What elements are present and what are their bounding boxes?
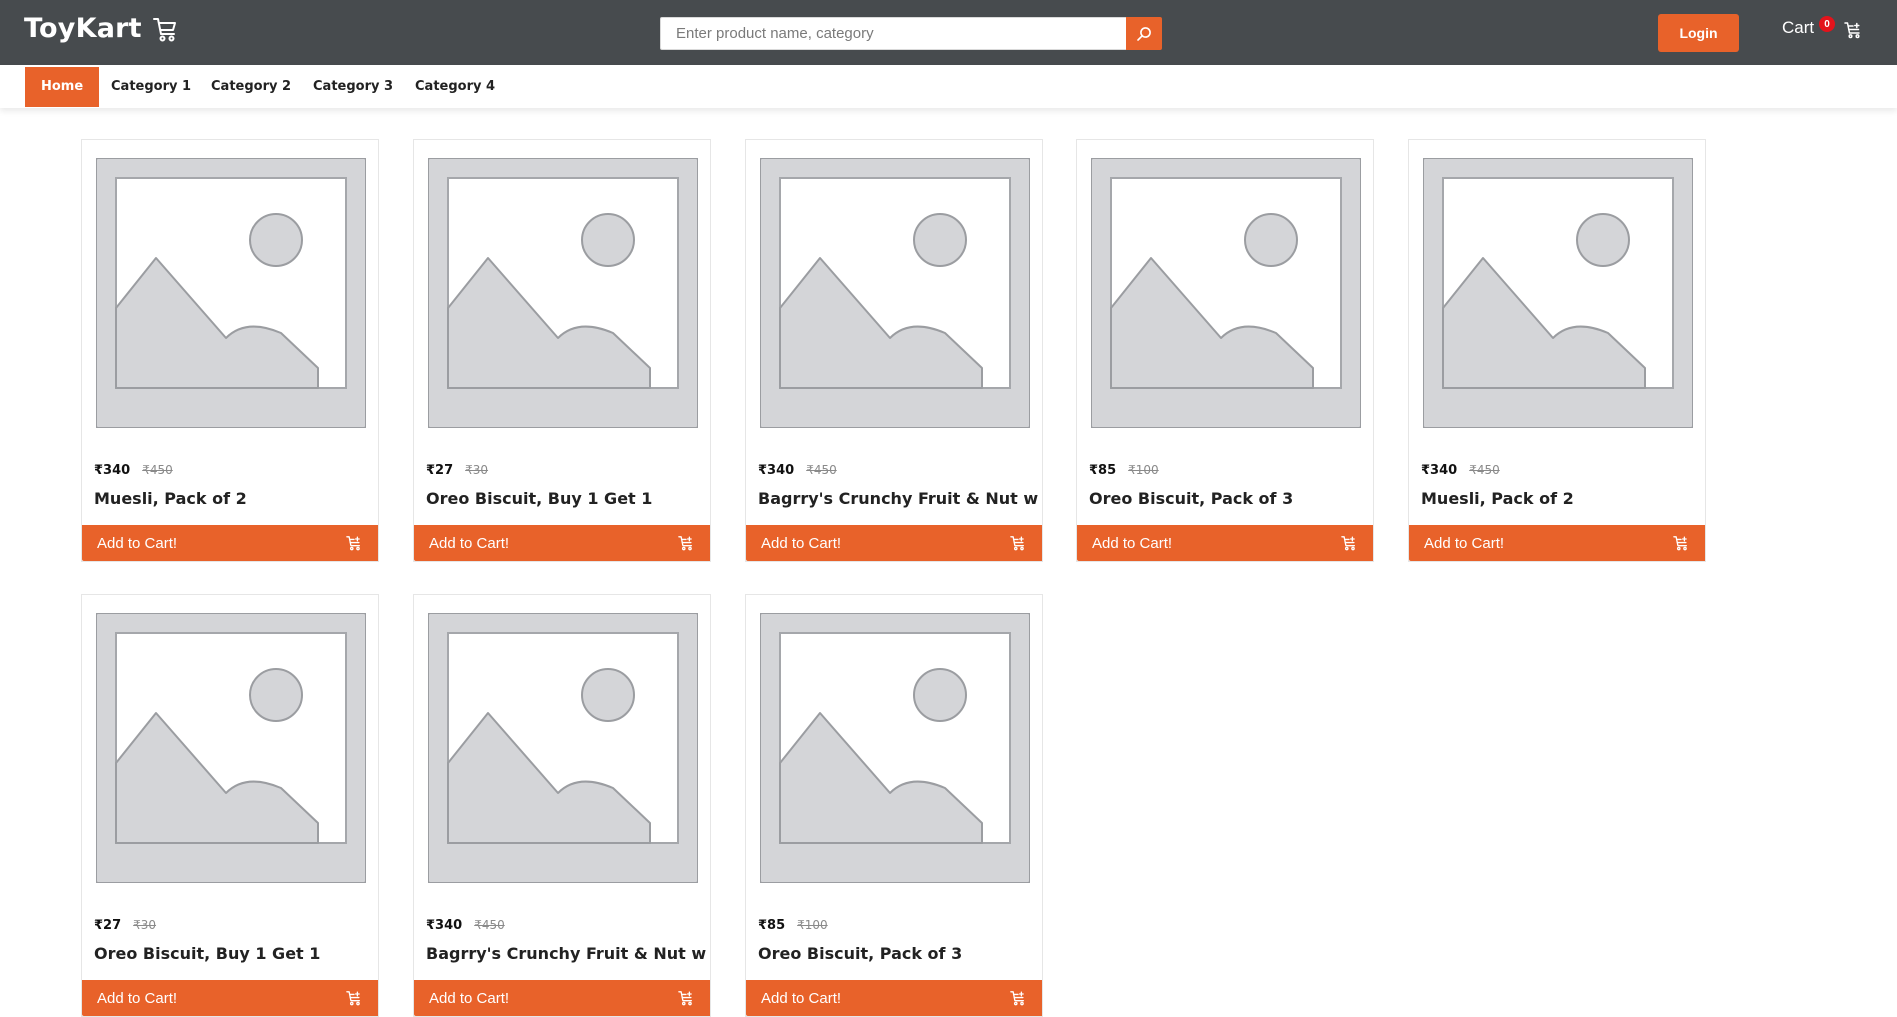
search-input[interactable] [660, 17, 1126, 50]
product-old-price: ₹450 [1469, 463, 1500, 477]
search-button[interactable] [1126, 17, 1162, 50]
add-to-cart-icon [1341, 536, 1355, 551]
product-old-price: ₹450 [806, 463, 837, 477]
product-card[interactable]: ₹27 ₹30 Oreo Biscuit, Buy 1 Get 1 Add to… [81, 594, 379, 1017]
add-to-cart-label: Add to Cart! [97, 534, 178, 552]
price-block: ₹340 ₹450 [426, 918, 505, 933]
product-price: ₹340 [758, 463, 795, 478]
add-to-cart-icon [1010, 991, 1024, 1006]
cart-count-badge: 0 [1819, 16, 1835, 32]
add-to-cart-button[interactable]: Add to Cart! [414, 525, 710, 561]
product-price: ₹340 [426, 918, 463, 933]
add-to-cart-icon [678, 536, 692, 551]
add-to-cart-icon [346, 536, 360, 551]
category-nav: Home Category 1 Category 2 Category 3 Ca… [0, 65, 1897, 108]
add-to-cart-button[interactable]: Add to Cart! [746, 980, 1042, 1016]
image-placeholder-icon [760, 158, 1030, 428]
image-placeholder-icon [96, 613, 366, 883]
search-bar [660, 17, 1162, 50]
tab-category-2[interactable]: Category 2 [195, 67, 307, 107]
product-old-price: ₹100 [1128, 463, 1159, 477]
add-to-cart-button[interactable]: Add to Cart! [82, 980, 378, 1016]
add-to-cart-label: Add to Cart! [97, 989, 178, 1007]
add-to-cart-button[interactable]: Add to Cart! [1077, 525, 1373, 561]
product-name[interactable]: Bagrry's Crunchy Fruit & Nut with Cranbe… [758, 489, 1038, 508]
product-card[interactable]: ₹340 ₹450 Muesli, Pack of 2 Add to Cart! [81, 139, 379, 562]
tab-category-4[interactable]: Category 4 [399, 67, 511, 107]
add-to-cart-label: Add to Cart! [761, 534, 842, 552]
product-old-price: ₹450 [142, 463, 173, 477]
add-to-cart-label: Add to Cart! [1424, 534, 1505, 552]
image-placeholder-icon [760, 613, 1030, 883]
product-name[interactable]: Bagrry's Crunchy Fruit & Nut with Cranbe… [426, 944, 706, 963]
product-card[interactable]: ₹85 ₹100 Oreo Biscuit, Pack of 3 Add to … [1076, 139, 1374, 562]
add-to-cart-button[interactable]: Add to Cart! [414, 980, 710, 1016]
price-block: ₹27 ₹30 [426, 463, 488, 478]
add-to-cart-label: Add to Cart! [429, 534, 510, 552]
price-block: ₹340 ₹450 [94, 463, 173, 478]
add-to-cart-label: Add to Cart! [429, 989, 510, 1007]
product-old-price: ₹100 [797, 918, 828, 932]
product-old-price: ₹30 [133, 918, 157, 932]
top-header: ToyKart Login Cart 0 [0, 0, 1897, 65]
product-card[interactable]: ₹85 ₹100 Oreo Biscuit, Pack of 3 Add to … [745, 594, 1043, 1017]
product-name[interactable]: Oreo Biscuit, Pack of 3 [758, 944, 1038, 963]
product-old-price: ₹30 [465, 463, 489, 477]
product-name[interactable]: Oreo Biscuit, Pack of 3 [1089, 489, 1369, 508]
product-name[interactable]: Muesli, Pack of 2 [94, 489, 374, 508]
cart-link[interactable]: Cart 0 [1782, 16, 1860, 39]
product-name[interactable]: Muesli, Pack of 2 [1421, 489, 1701, 508]
cart-icon [1844, 22, 1860, 39]
price-block: ₹85 ₹100 [758, 918, 828, 933]
product-price: ₹340 [94, 463, 131, 478]
product-price: ₹27 [426, 463, 454, 478]
product-card[interactable]: ₹340 ₹450 Bagrry's Crunchy Fruit & Nut w… [745, 139, 1043, 562]
add-to-cart-button[interactable]: Add to Cart! [746, 525, 1042, 561]
add-to-cart-label: Add to Cart! [761, 989, 842, 1007]
product-price: ₹85 [1089, 463, 1117, 478]
image-placeholder-icon [96, 158, 366, 428]
product-price: ₹27 [94, 918, 122, 933]
tab-category-3[interactable]: Category 3 [297, 67, 409, 107]
cart-icon [152, 17, 176, 41]
login-button[interactable]: Login [1658, 14, 1739, 52]
add-to-cart-icon [346, 991, 360, 1006]
price-block: ₹27 ₹30 [94, 918, 156, 933]
add-to-cart-button[interactable]: Add to Cart! [82, 525, 378, 561]
image-placeholder-icon [1423, 158, 1693, 428]
add-to-cart-icon [1010, 536, 1024, 551]
brand-name: ToyKart [24, 13, 142, 44]
image-placeholder-icon [428, 158, 698, 428]
tab-home[interactable]: Home [25, 67, 100, 107]
product-old-price: ₹450 [474, 918, 505, 932]
add-to-cart-label: Add to Cart! [1092, 534, 1173, 552]
product-price: ₹85 [758, 918, 786, 933]
product-name[interactable]: Oreo Biscuit, Buy 1 Get 1 [94, 944, 374, 963]
product-card[interactable]: ₹340 ₹450 Bagrry's Crunchy Fruit & Nut w… [413, 594, 711, 1017]
add-to-cart-button[interactable]: Add to Cart! [1409, 525, 1705, 561]
brand-logo[interactable]: ToyKart [24, 13, 178, 44]
image-placeholder-icon [1091, 158, 1361, 428]
product-name[interactable]: Oreo Biscuit, Buy 1 Get 1 [426, 489, 706, 508]
tab-category-1[interactable]: Category 1 [95, 67, 207, 107]
price-block: ₹85 ₹100 [1089, 463, 1159, 478]
image-placeholder-icon [428, 613, 698, 883]
add-to-cart-icon [1673, 536, 1687, 551]
product-price: ₹340 [1421, 463, 1458, 478]
cart-label: Cart [1782, 18, 1815, 37]
price-block: ₹340 ₹450 [758, 463, 837, 478]
search-icon [1137, 26, 1151, 41]
price-block: ₹340 ₹450 [1421, 463, 1500, 478]
product-card[interactable]: ₹340 ₹450 Muesli, Pack of 2 Add to Cart! [1408, 139, 1706, 562]
add-to-cart-icon [678, 991, 692, 1006]
product-card[interactable]: ₹27 ₹30 Oreo Biscuit, Buy 1 Get 1 Add to… [413, 139, 711, 562]
